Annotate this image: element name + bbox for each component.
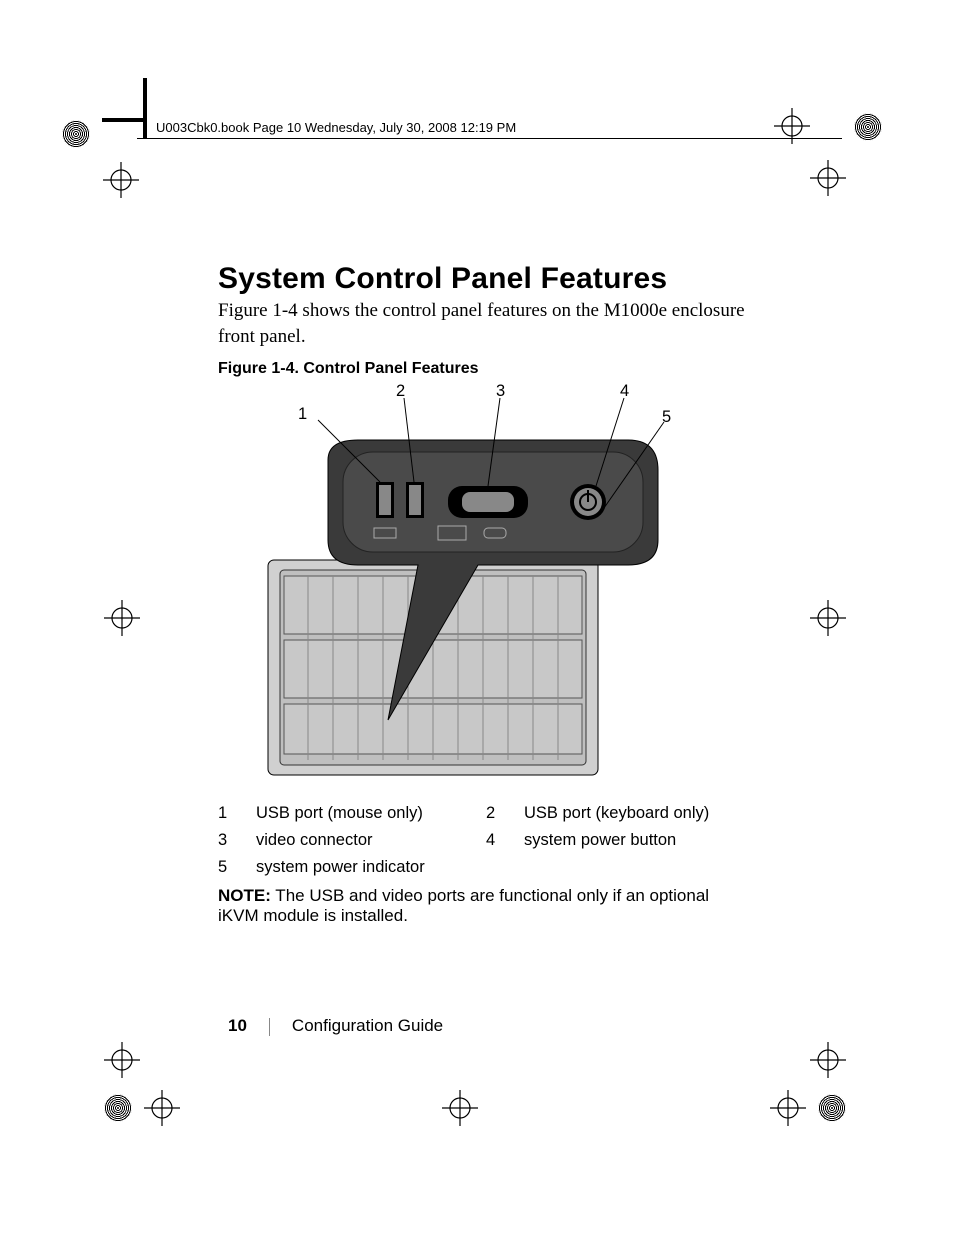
registration-mark-icon [770,1090,806,1126]
registration-dot-icon [62,120,90,148]
registration-mark-icon [810,600,846,636]
section-heading: System Control Panel Features [218,262,667,296]
callout-2: 2 [396,382,405,401]
registration-mark-icon [810,160,846,196]
registration-mark-icon [144,1090,180,1126]
note-block: NOTE: The USB and video ports are functi… [218,886,743,926]
legend-text: system power button [524,827,754,854]
legend-num: 5 [218,854,256,881]
legend-row: 1 USB port (mouse only) 2 USB port (keyb… [218,800,754,827]
registration-mark-icon [104,1042,140,1078]
legend-text: USB port (mouse only) [256,800,486,827]
legend-num: 1 [218,800,256,827]
legend-num: 3 [218,827,256,854]
legend-row: 5 system power indicator [218,854,754,881]
legend-num: 2 [486,800,524,827]
note-label: NOTE: [218,886,271,905]
legend-text: video connector [256,827,486,854]
callout-5: 5 [662,408,671,427]
registration-mark-icon [810,1042,846,1078]
manual-page: U003Cbk0.book Page 10 Wednesday, July 30… [0,0,954,1235]
figure-legend: 1 USB port (mouse only) 2 USB port (keyb… [218,800,754,881]
legend-num: 4 [486,827,524,854]
note-body: The USB and video ports are functional o… [218,886,709,925]
registration-dot-icon [854,113,882,141]
running-header: U003Cbk0.book Page 10 Wednesday, July 30… [156,120,516,135]
figure-illustration: 1 2 3 4 5 [248,390,678,790]
page-footer: 10 Configuration Guide [228,1016,443,1036]
intro-paragraph: Figure 1-4 shows the control panel featu… [218,298,768,349]
figure-caption: Figure 1-4. Control Panel Features [218,360,479,378]
callout-4: 4 [620,382,629,401]
registration-mark-icon [442,1090,478,1126]
page-number: 10 [228,1016,247,1035]
legend-text: system power indicator [256,854,486,881]
legend-text: USB port (keyboard only) [524,800,754,827]
callout-1: 1 [298,405,307,424]
registration-bar-icon [143,78,147,138]
callout-3: 3 [496,382,505,401]
footer-divider [269,1018,270,1036]
header-rule [137,138,842,139]
registration-bar-icon [102,118,144,122]
registration-dot-icon [818,1094,846,1122]
registration-mark-icon [103,162,139,198]
legend-row: 3 video connector 4 system power button [218,827,754,854]
registration-mark-icon [104,600,140,636]
section-name: Configuration Guide [292,1016,443,1035]
registration-dot-icon [104,1094,132,1122]
